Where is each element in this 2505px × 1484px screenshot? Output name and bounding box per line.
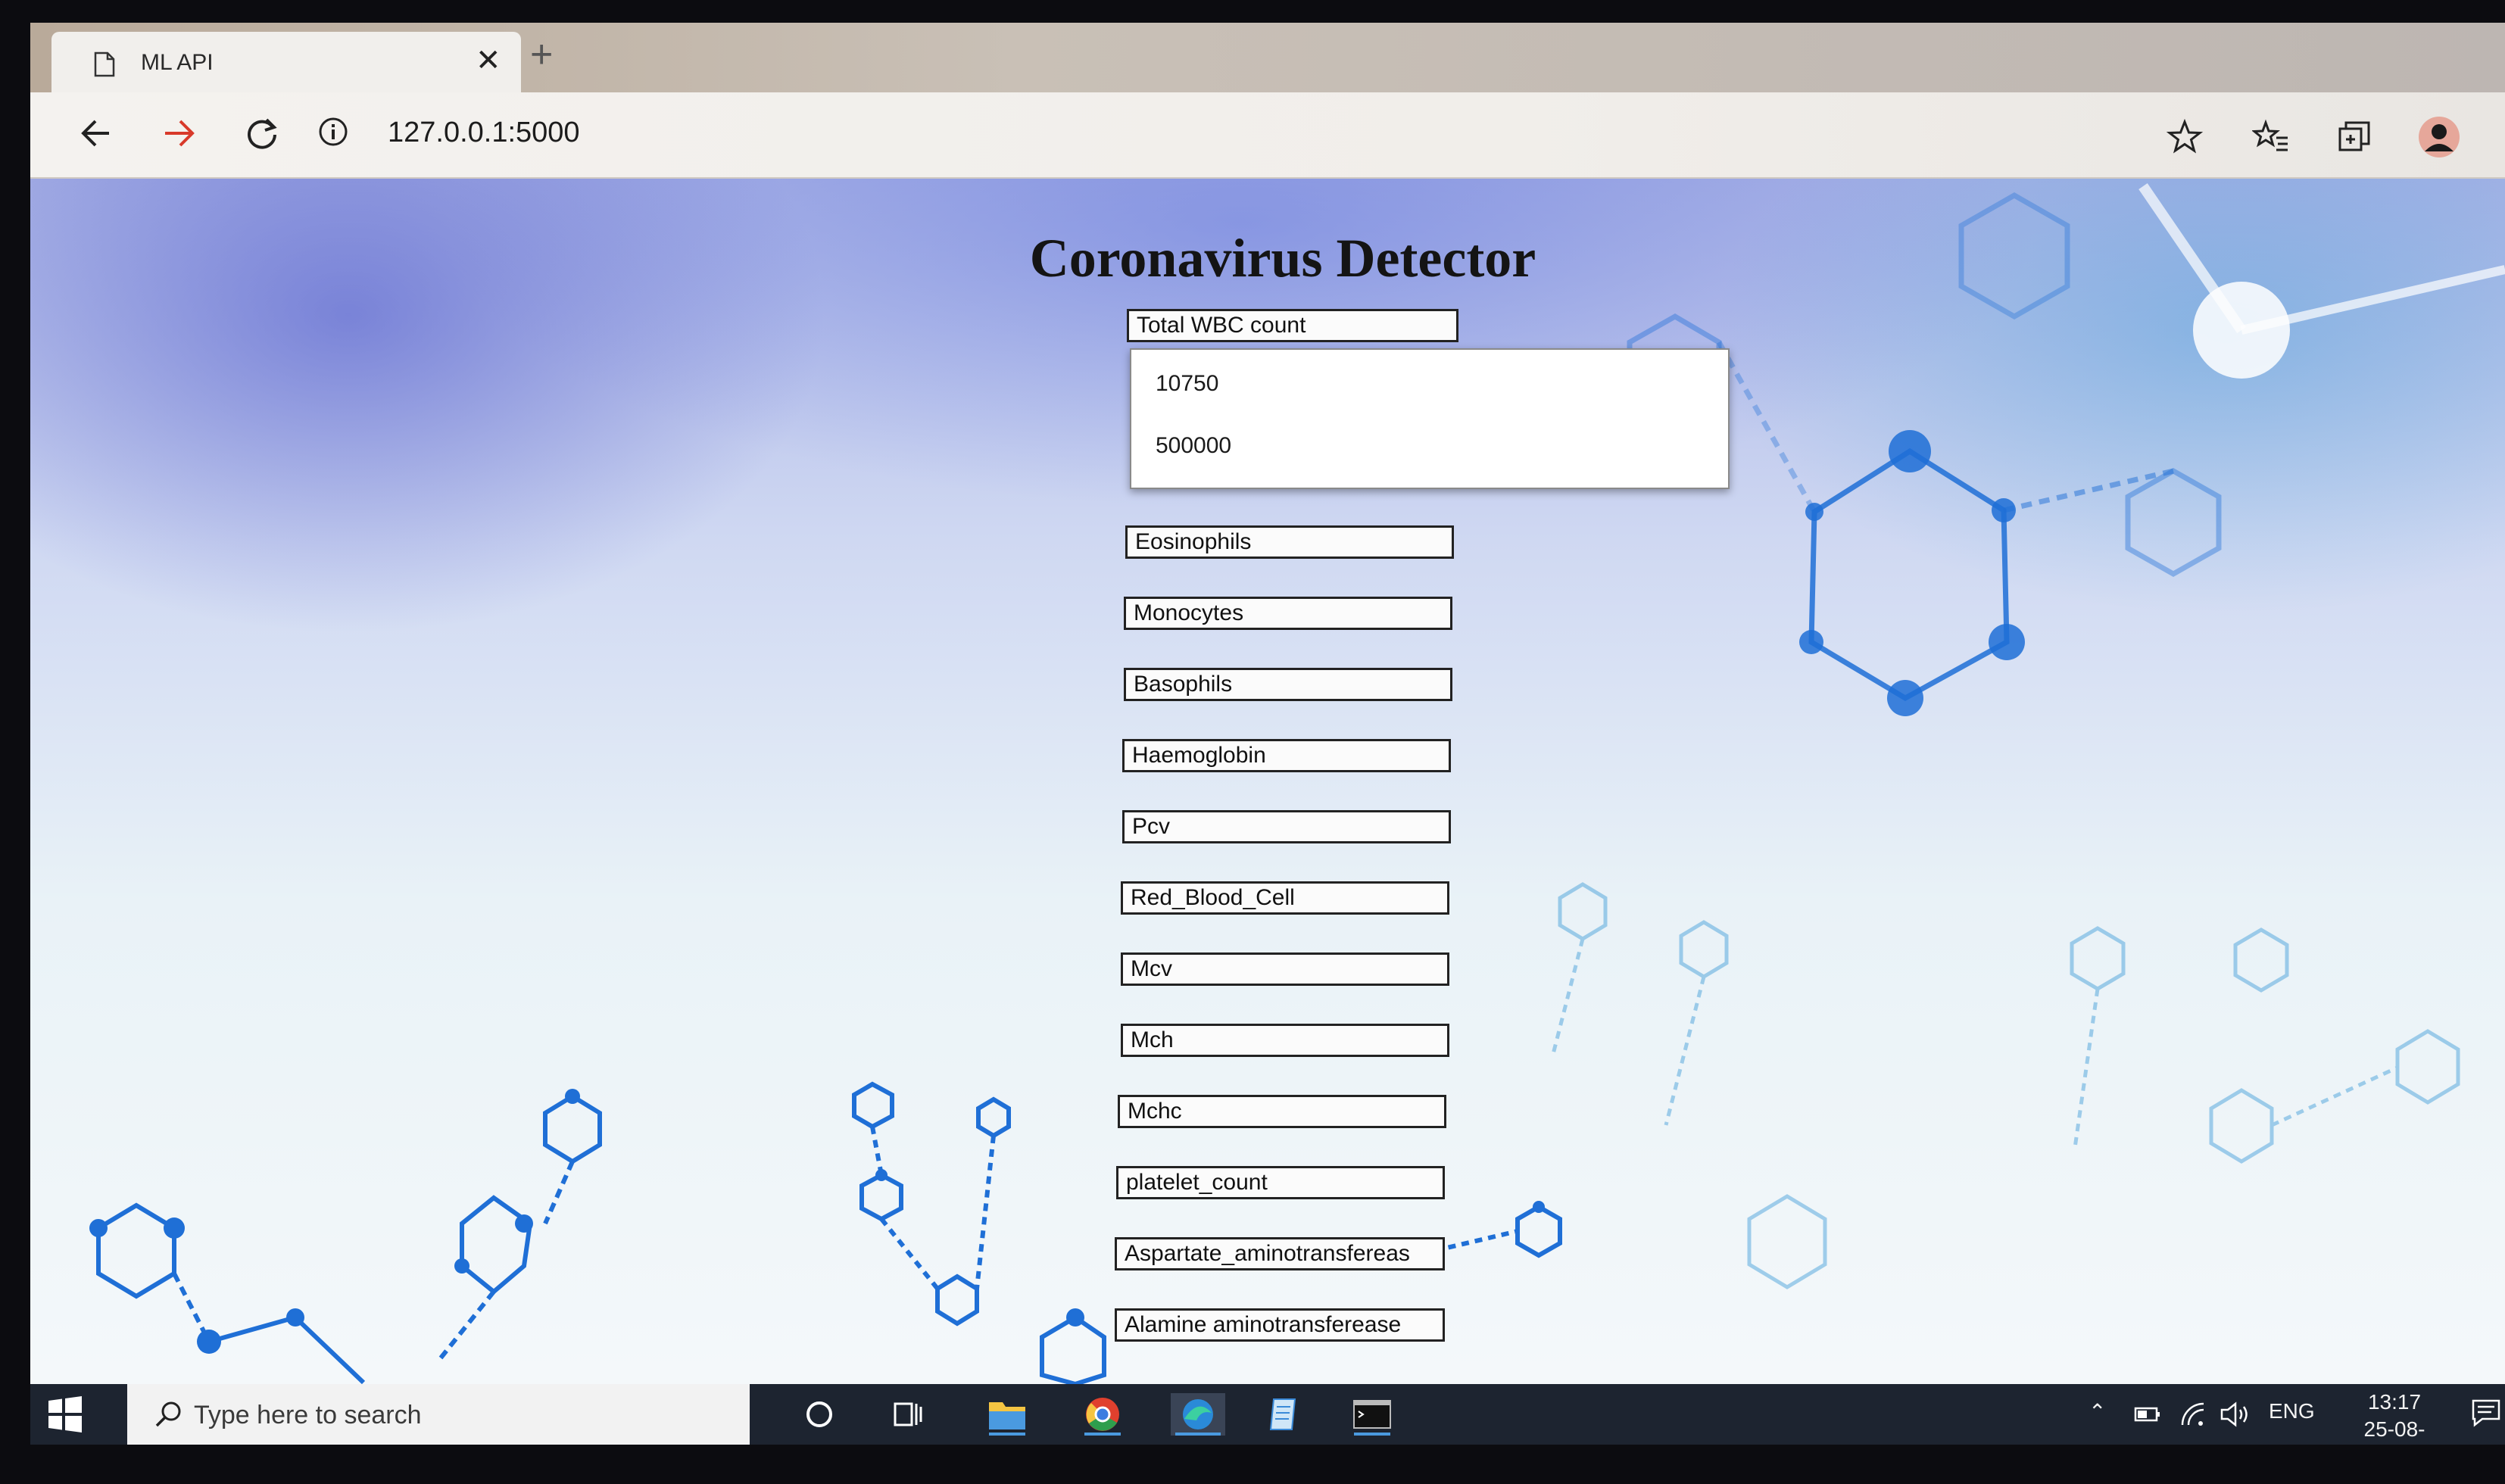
page-icon [94,51,115,77]
forward-icon[interactable] [158,112,200,154]
tab-title: ML API [141,50,214,75]
info-icon[interactable] [317,115,350,148]
notepad-icon[interactable] [1262,1393,1307,1436]
task-view-icon[interactable] [884,1393,930,1436]
clock-time: 13:17 [2367,1390,2422,1414]
field-red-blood-cell[interactable] [1121,881,1449,915]
field-basophils[interactable] [1124,668,1452,701]
page-title: Coronavirus Detector [1029,228,1536,288]
profile-avatar-icon[interactable] [2417,115,2461,159]
star-icon[interactable] [2166,118,2204,156]
cortana-icon[interactable] [797,1393,842,1436]
field-mcv[interactable] [1121,952,1449,986]
search-icon [155,1401,181,1427]
taskbar-search-box[interactable]: Type here to search [127,1384,750,1445]
field-haemoglobin[interactable] [1122,739,1451,772]
collections-icon[interactable] [2335,118,2373,156]
address-bar[interactable]: 127.0.0.1:5000 [309,104,2126,164]
clock-date: 25-08-2020 [2363,1417,2425,1441]
browser-toolbar: 127.0.0.1:5000 [30,92,2505,179]
show-hidden-icons[interactable]: ⌃ [2089,1399,2106,1424]
windows-start-icon[interactable] [45,1395,85,1434]
file-explorer-icon[interactable] [984,1393,1030,1436]
back-icon[interactable] [76,112,118,154]
clock[interactable]: 13:17 25-08-2020 [2341,1389,2447,1445]
page-content: Coronavirus Detector 10750 500000 [30,179,2505,1384]
field-total-wbc-count[interactable] [1127,309,1458,342]
chrome-icon[interactable] [1080,1393,1125,1436]
field-pcv[interactable] [1122,810,1451,843]
field-mch[interactable] [1121,1024,1449,1057]
field-eosinophils[interactable] [1125,525,1454,559]
autocomplete-dropdown: 10750 500000 [1130,348,1730,489]
command-prompt-icon[interactable] [1349,1393,1395,1436]
wifi-icon[interactable] [2178,1399,2208,1429]
volume-icon[interactable] [2219,1399,2252,1429]
screen: ML API ✕ + 127.0.0.1:5000 Coronavirus De… [30,23,2505,1445]
favorites-icon[interactable] [2252,118,2290,156]
refresh-icon[interactable] [241,112,283,154]
autocomplete-option[interactable]: 10750 [1156,371,1218,397]
url-text: 127.0.0.1:5000 [388,117,580,148]
field-mchc[interactable] [1118,1095,1446,1128]
notification-icon[interactable] [2470,1396,2503,1429]
field-aspartate-aminotransfereas[interactable] [1115,1237,1445,1270]
search-placeholder: Type here to search [194,1401,422,1429]
new-tab-button[interactable]: + [530,35,553,74]
browser-tab-strip: ML API ✕ + [30,23,2505,92]
field-alamine-aminotransferease[interactable] [1115,1308,1445,1342]
field-monocytes[interactable] [1124,597,1452,630]
language-indicator[interactable]: ENG [2269,1399,2315,1423]
battery-icon[interactable] [2132,1399,2163,1429]
taskbar: Type here to search ⌃ ENG 13:17 25-08- [30,1384,2505,1445]
field-platelet-count[interactable] [1116,1166,1445,1199]
edge-browser-icon[interactable] [1171,1393,1225,1436]
browser-tab[interactable]: ML API ✕ [51,32,521,92]
close-tab-icon[interactable]: ✕ [476,45,501,76]
autocomplete-option[interactable]: 500000 [1156,433,1231,459]
